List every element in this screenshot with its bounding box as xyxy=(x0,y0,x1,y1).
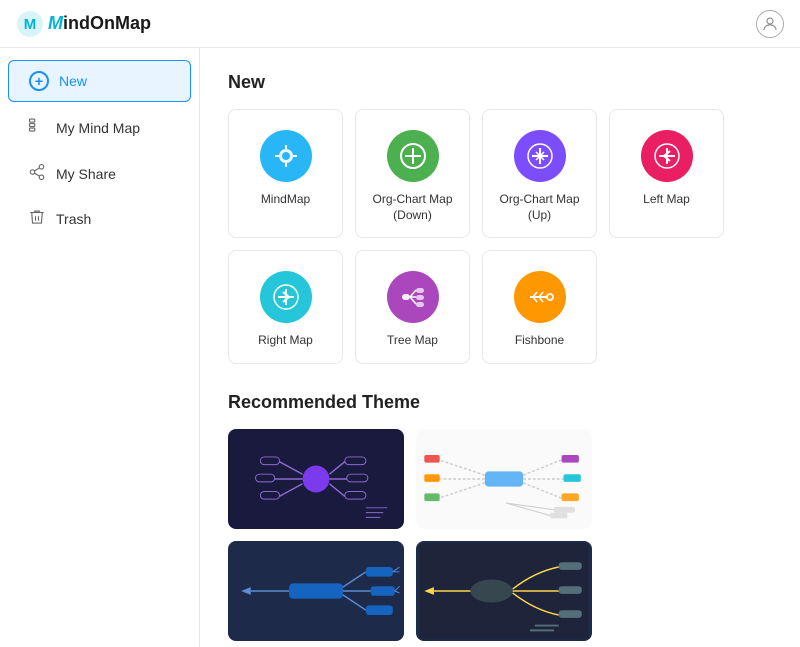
mindmap-icon-bg xyxy=(260,130,312,182)
left-map-icon-bg xyxy=(641,130,693,182)
my-mind-map-icon xyxy=(28,116,46,139)
sidebar-my-share-label: My Share xyxy=(56,166,116,182)
fishbone-icon-bg xyxy=(514,271,566,323)
user-avatar-button[interactable] xyxy=(756,10,784,38)
svg-text:M: M xyxy=(24,16,37,33)
theme-grid xyxy=(228,429,772,647)
my-share-icon xyxy=(28,163,46,184)
tree-map-label: Tree Map xyxy=(387,333,438,349)
theme-2-preview xyxy=(418,431,590,527)
logo-icon: M xyxy=(16,10,44,38)
theme-card-4[interactable] xyxy=(416,541,592,641)
org-chart-up-icon-bg xyxy=(514,130,566,182)
right-map-icon-bg xyxy=(260,271,312,323)
trash-icon xyxy=(28,208,46,229)
org-chart-down-label: Org-Chart Map (Down) xyxy=(366,192,459,223)
map-type-grid: MindMap Org-Chart Map (Down) xyxy=(228,109,772,364)
right-map-icon xyxy=(271,282,301,312)
theme-card-3[interactable] xyxy=(228,541,404,641)
map-card-fishbone[interactable]: Fishbone xyxy=(482,250,597,364)
main-content: New MindMap xyxy=(200,48,800,647)
fishbone-icon xyxy=(525,282,555,312)
sidebar-item-my-mind-map[interactable]: My Mind Map xyxy=(8,106,191,149)
sidebar-new-label: New xyxy=(59,73,87,89)
mindmap-icon xyxy=(271,141,301,171)
fishbone-label: Fishbone xyxy=(515,333,564,349)
sidebar: + New My Mind Map My Share Trash xyxy=(0,48,200,647)
left-map-icon xyxy=(652,141,682,171)
logo-text: MindOnMap xyxy=(48,13,151,34)
sidebar-item-trash[interactable]: Trash xyxy=(8,198,191,239)
map-card-tree-map[interactable]: Tree Map xyxy=(355,250,470,364)
org-chart-up-icon xyxy=(525,141,555,171)
new-section-title: New xyxy=(228,72,772,93)
map-card-mindmap[interactable]: MindMap xyxy=(228,109,343,238)
map-card-right-map[interactable]: Right Map xyxy=(228,250,343,364)
org-chart-down-icon-bg xyxy=(387,130,439,182)
header: M MindOnMap xyxy=(0,0,800,48)
map-card-org-chart-up[interactable]: Org-Chart Map (Up) xyxy=(482,109,597,238)
map-card-left-map[interactable]: Left Map xyxy=(609,109,724,238)
theme-card-1[interactable] xyxy=(228,429,404,529)
sidebar-my-mind-map-label: My Mind Map xyxy=(56,120,140,136)
theme-1-preview xyxy=(230,431,402,527)
user-icon xyxy=(761,15,779,33)
logo: M MindOnMap xyxy=(16,10,151,38)
theme-4-preview xyxy=(418,543,590,639)
left-map-label: Left Map xyxy=(643,192,690,208)
sidebar-item-new[interactable]: + New xyxy=(8,60,191,102)
sidebar-trash-label: Trash xyxy=(56,211,91,227)
right-map-label: Right Map xyxy=(258,333,313,349)
org-chart-down-icon xyxy=(398,141,428,171)
map-card-org-chart-down[interactable]: Org-Chart Map (Down) xyxy=(355,109,470,238)
mindmap-label: MindMap xyxy=(261,192,310,208)
org-chart-up-label: Org-Chart Map (Up) xyxy=(493,192,586,223)
theme-section-title: Recommended Theme xyxy=(228,392,772,413)
theme-3-preview xyxy=(230,543,402,639)
sidebar-item-my-share[interactable]: My Share xyxy=(8,153,191,194)
tree-map-icon-bg xyxy=(387,271,439,323)
tree-map-icon xyxy=(398,282,428,312)
main-layout: + New My Mind Map My Share Trash New xyxy=(0,48,800,647)
new-icon: + xyxy=(29,71,49,91)
theme-card-2[interactable] xyxy=(416,429,592,529)
